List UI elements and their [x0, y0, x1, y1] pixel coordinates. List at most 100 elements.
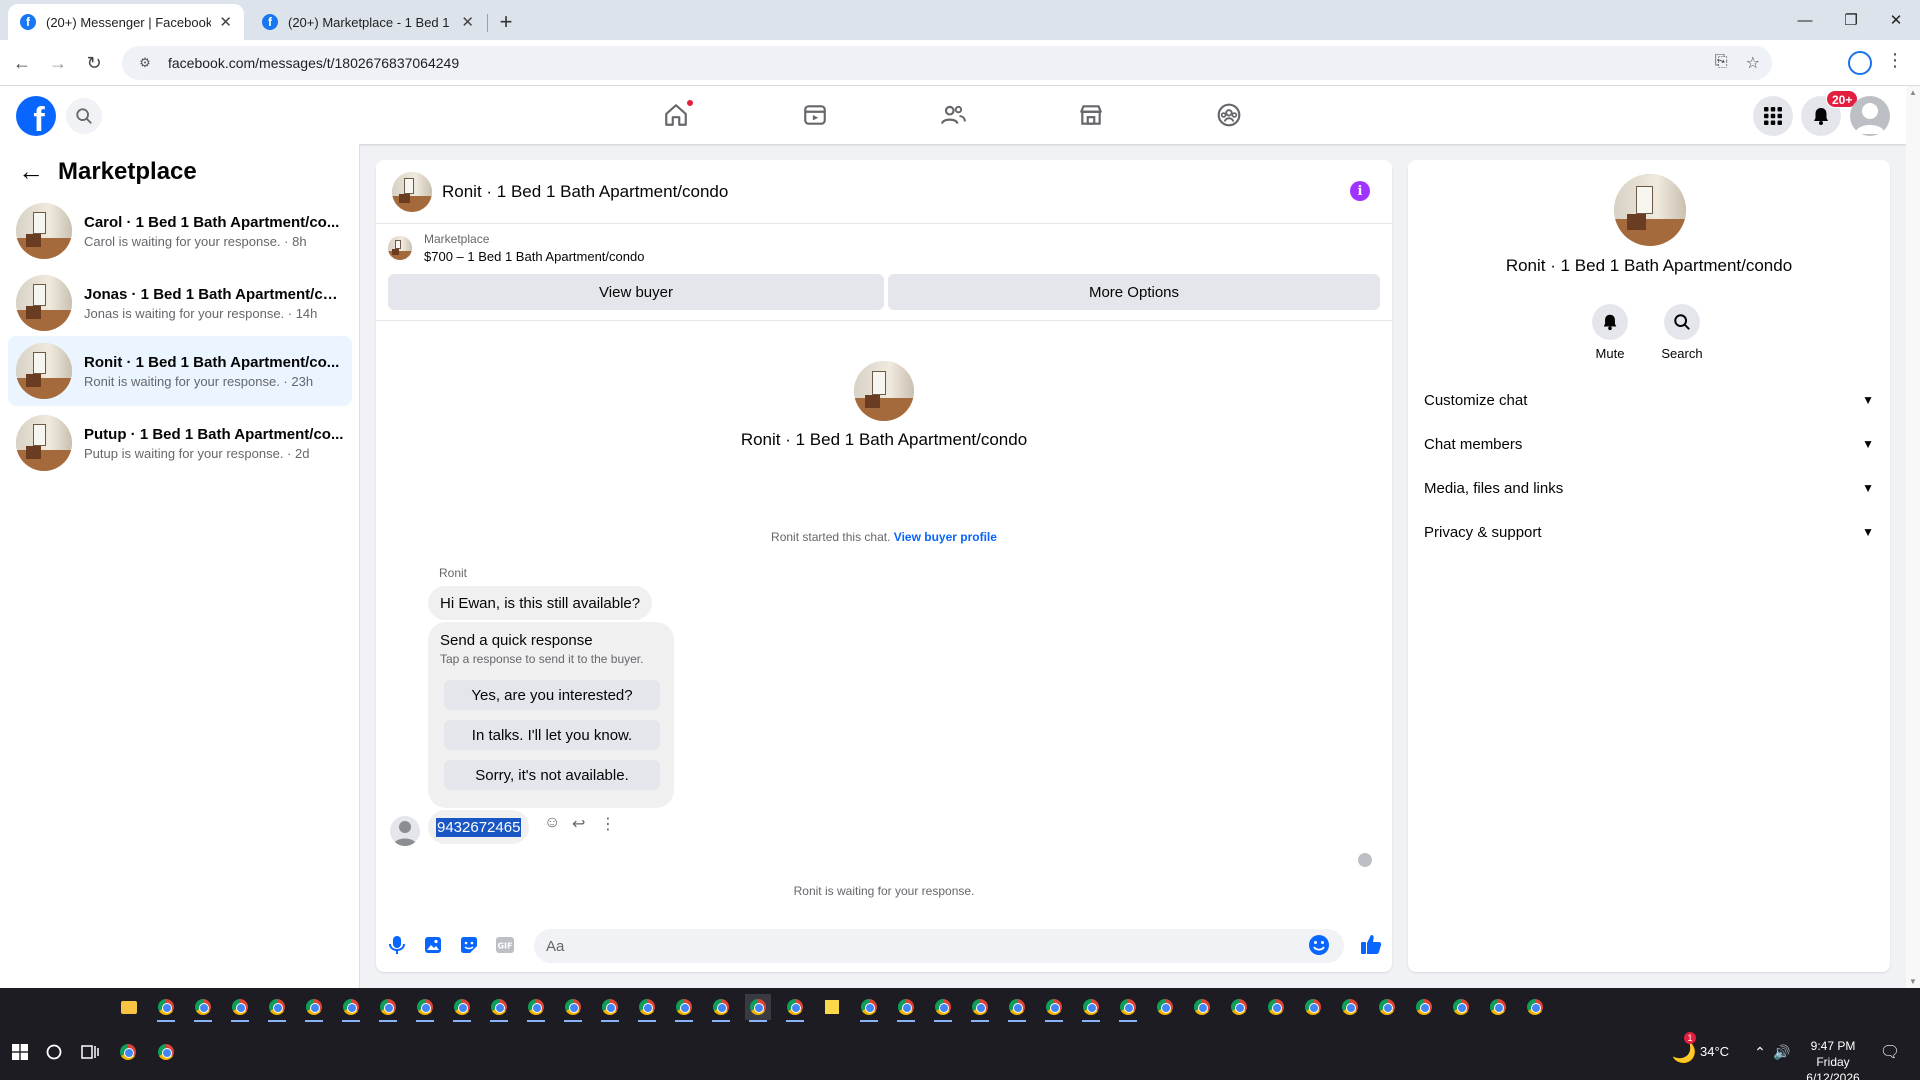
section-chat-members[interactable]: Chat members ▼ — [1424, 426, 1874, 462]
facebook-search-button[interactable] — [66, 98, 102, 134]
quick-response-option[interactable]: In talks. I'll let you know. — [444, 720, 660, 750]
chrome-window-icon[interactable] — [1189, 994, 1215, 1020]
chrome-window-icon[interactable] — [1448, 994, 1474, 1020]
sticker-icon[interactable] — [458, 934, 480, 956]
chrome-window-icon[interactable] — [449, 994, 475, 1022]
forward-button[interactable]: → — [44, 49, 72, 77]
file-explorer-icon[interactable] — [116, 994, 142, 1020]
cortana-search-icon[interactable] — [34, 1032, 74, 1072]
view-buyer-button[interactable]: View buyer — [388, 274, 884, 310]
sender-avatar[interactable] — [390, 816, 420, 846]
tab-marketplace[interactable]: f (20+) Marketplace - 1 Bed 1 Ba ✕ — [250, 4, 486, 40]
chat-header-thumbnail[interactable] — [392, 171, 432, 212]
account-avatar[interactable] — [1850, 96, 1890, 136]
chrome-window-icon[interactable] — [1263, 994, 1289, 1020]
chrome-window-icon[interactable] — [1374, 994, 1400, 1020]
task-view-icon[interactable] — [70, 1032, 110, 1072]
address-bar[interactable]: ⚙ facebook.com/messages/t/18026768370642… — [122, 46, 1772, 80]
chrome-window-icon[interactable] — [967, 994, 993, 1022]
chrome-window-icon[interactable] — [1411, 994, 1437, 1020]
chrome-window-icon[interactable] — [708, 994, 734, 1022]
reload-button[interactable]: ↻ — [80, 49, 108, 77]
reply-icon[interactable]: ↩ — [572, 814, 585, 834]
quick-response-option[interactable]: Yes, are you interested? — [444, 680, 660, 710]
selected-phone-text[interactable]: 9432672465 — [436, 817, 522, 837]
nav-friends[interactable] — [897, 86, 1009, 144]
chrome-window-icon[interactable] — [338, 994, 364, 1022]
site-settings-icon[interactable]: ⚙ — [136, 54, 154, 72]
photo-icon[interactable] — [422, 934, 444, 956]
weather-temperature[interactable]: 34°C — [1700, 1044, 1729, 1059]
page-scrollbar[interactable]: ▲ ▼ — [1906, 86, 1920, 988]
chrome-window-icon[interactable] — [301, 994, 327, 1022]
message-bubble[interactable]: Hi Ewan, is this still available? — [428, 586, 653, 620]
browser-menu-icon[interactable]: ⋮ — [1886, 50, 1904, 71]
message-bubble-phone[interactable]: 9432672465 — [428, 810, 530, 844]
nav-video[interactable] — [759, 86, 871, 144]
tab-messenger[interactable]: f (20+) Messenger | Facebook ✕ — [8, 4, 244, 40]
emoji-icon[interactable] — [1308, 934, 1330, 956]
more-options-button[interactable]: More Options — [888, 274, 1380, 310]
minimize-button[interactable]: — — [1785, 6, 1825, 34]
conversation-jonas[interactable]: Jonas · 1 Bed 1 Bath Apartment/co... Jon… — [8, 268, 352, 338]
chrome-window-icon[interactable] — [153, 994, 179, 1022]
browser-profile-icon[interactable] — [1848, 51, 1872, 75]
nav-marketplace[interactable] — [1035, 86, 1147, 144]
new-tab-button[interactable]: + — [492, 8, 520, 36]
chrome-window-icon[interactable] — [634, 994, 660, 1022]
chrome-window-icon[interactable] — [856, 994, 882, 1022]
chrome-pinned-icon[interactable] — [108, 1032, 148, 1072]
info-icon[interactable]: i — [1350, 181, 1370, 201]
scroll-down-icon[interactable]: ▼ — [1909, 977, 1917, 986]
chrome-window-icon[interactable] — [893, 994, 919, 1022]
chrome-window-icon[interactable] — [264, 994, 290, 1022]
scroll-up-icon[interactable]: ▲ — [1909, 88, 1917, 97]
nav-groups[interactable] — [1173, 86, 1285, 144]
gif-icon[interactable]: GIF — [494, 934, 516, 956]
chrome-window-icon[interactable] — [1300, 994, 1326, 1020]
chrome-window-icon[interactable] — [1485, 994, 1511, 1020]
action-center-icon[interactable]: 🗨 — [1870, 1032, 1910, 1072]
facebook-logo-icon[interactable]: f — [16, 96, 56, 136]
close-tab-icon[interactable]: ✕ — [219, 13, 232, 31]
chrome-window-icon[interactable] — [1115, 994, 1141, 1022]
chrome-window-icon[interactable] — [1152, 994, 1178, 1020]
chrome-window-icon[interactable] — [1522, 994, 1548, 1020]
back-button[interactable]: ← — [8, 49, 36, 77]
conversation-putup[interactable]: Putup · 1 Bed 1 Bath Apartment/co... Put… — [8, 408, 352, 478]
close-tab-icon[interactable]: ✕ — [461, 13, 474, 31]
menu-apps-button[interactable] — [1753, 96, 1793, 136]
chrome-window-icon[interactable] — [1337, 994, 1363, 1020]
chrome-window-icon[interactable] — [1226, 994, 1252, 1020]
chrome-window-icon[interactable] — [486, 994, 512, 1022]
chrome-window-icon[interactable] — [1004, 994, 1030, 1022]
conversation-carol[interactable]: Carol · 1 Bed 1 Bath Apartment/co... Car… — [8, 196, 352, 266]
chrome-window-icon[interactable] — [1078, 994, 1104, 1022]
quick-response-option[interactable]: Sorry, it's not available. — [444, 760, 660, 790]
nav-home[interactable] — [620, 86, 732, 144]
message-input[interactable] — [534, 929, 1344, 963]
react-emoji-icon[interactable]: ☺ — [544, 814, 560, 832]
like-thumb-icon[interactable] — [1360, 933, 1382, 955]
restore-button[interactable]: ❐ — [1831, 6, 1871, 34]
section-media-files-links[interactable]: Media, files and links ▼ — [1424, 470, 1874, 506]
chrome-window-icon[interactable] — [523, 994, 549, 1022]
chrome-window-icon[interactable] — [745, 994, 771, 1022]
chrome-window-icon[interactable] — [375, 994, 401, 1022]
chrome-window-icon[interactable] — [782, 994, 808, 1022]
bookmark-star-icon[interactable]: ☆ — [1746, 53, 1760, 73]
chrome-window-icon[interactable] — [1041, 994, 1067, 1022]
more-actions-icon[interactable]: ⋮ — [600, 814, 616, 834]
mute-button[interactable]: Mute — [1580, 304, 1640, 361]
chat-title[interactable]: Ronit · 1 Bed 1 Bath Apartment/condo — [442, 182, 728, 202]
back-arrow-icon[interactable]: ← — [18, 156, 44, 187]
chrome-window-icon[interactable] — [597, 994, 623, 1022]
conversation-ronit[interactable]: Ronit · 1 Bed 1 Bath Apartment/co... Ron… — [8, 336, 352, 406]
microphone-icon[interactable] — [386, 934, 408, 956]
view-buyer-profile-link[interactable]: View buyer profile — [894, 530, 997, 544]
chrome-pinned-icon[interactable] — [146, 1032, 186, 1072]
section-privacy-support[interactable]: Privacy & support ▼ — [1424, 514, 1874, 550]
close-window-button[interactable]: ✕ — [1876, 6, 1916, 34]
sticky-notes-icon[interactable] — [819, 994, 845, 1020]
chrome-window-icon[interactable] — [930, 994, 956, 1022]
